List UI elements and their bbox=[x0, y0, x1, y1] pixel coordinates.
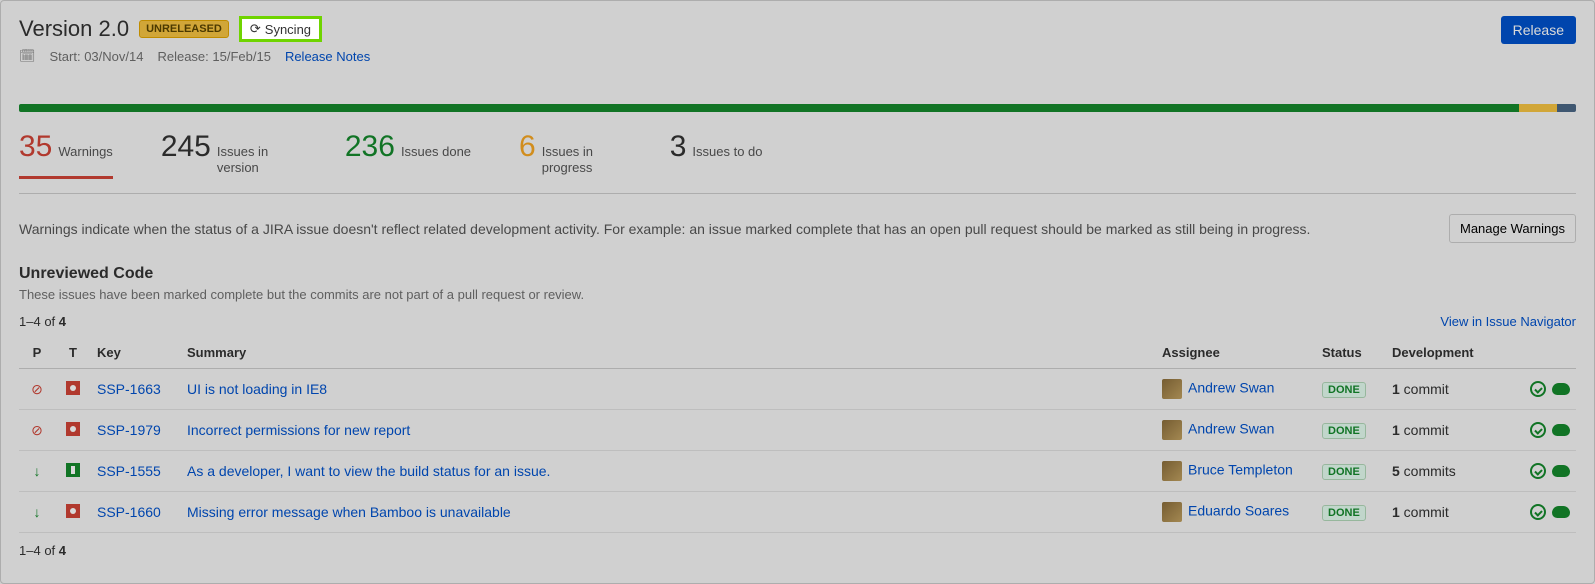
cloud-icon[interactable] bbox=[1552, 465, 1570, 477]
col-key[interactable]: Key bbox=[91, 337, 181, 369]
pager-top: 1–4 of 4 bbox=[19, 314, 66, 329]
issue-type-bug-icon bbox=[66, 504, 80, 518]
table-row: ⊘ SSP-1663 UI is not loading in IE8 Andrew … bbox=[19, 369, 1576, 410]
start-date: Start: 03/Nov/14 bbox=[50, 49, 144, 64]
col-type[interactable]: T bbox=[55, 337, 91, 369]
priority-blocker-icon: ⊘ bbox=[31, 381, 43, 397]
check-circle-icon[interactable] bbox=[1530, 381, 1546, 397]
calendar-icon: 🗓 bbox=[19, 48, 36, 64]
view-in-issue-navigator-link[interactable]: View in Issue Navigator bbox=[1440, 314, 1576, 329]
status-badge: DONE bbox=[1322, 505, 1366, 521]
table-row: ↓ SSP-1555 As a developer, I want to view … bbox=[19, 451, 1576, 492]
issue-key-link[interactable]: SSP-1663 bbox=[97, 381, 161, 397]
stat-in-progress-count: 6 bbox=[519, 130, 536, 164]
table-row: ↓ SSP-1660 Missing error message when Bamb… bbox=[19, 492, 1576, 533]
stat-done-label: Issues done bbox=[401, 144, 471, 160]
issue-summary-link[interactable]: Missing error message when Bamboo is una… bbox=[187, 504, 511, 520]
stat-warnings-count: 35 bbox=[19, 130, 52, 164]
unreleased-badge: UNRELEASED bbox=[139, 20, 229, 38]
assignee-link[interactable]: Eduardo Soares bbox=[1188, 503, 1289, 519]
stat-in-version-label: Issues in version bbox=[217, 144, 297, 175]
development-commits[interactable]: 5 commits bbox=[1386, 451, 1516, 492]
stat-done-count: 236 bbox=[345, 130, 395, 164]
status-badge: DONE bbox=[1322, 464, 1366, 480]
syncing-badge: ⟳ Syncing bbox=[239, 16, 322, 42]
stat-in-version-count: 245 bbox=[161, 130, 211, 164]
issue-key-link[interactable]: SSP-1660 bbox=[97, 504, 161, 520]
issue-type-bug-icon bbox=[66, 422, 80, 436]
progress-bar bbox=[19, 104, 1576, 112]
issue-key-link[interactable]: SSP-1555 bbox=[97, 463, 161, 479]
tab-issues-done[interactable]: 236 Issues done bbox=[345, 130, 471, 179]
avatar bbox=[1162, 502, 1182, 522]
development-commits[interactable]: 1 commit bbox=[1386, 369, 1516, 410]
progress-done-segment bbox=[19, 104, 1519, 112]
col-priority[interactable]: P bbox=[19, 337, 55, 369]
manage-warnings-button[interactable]: Manage Warnings bbox=[1449, 214, 1576, 243]
priority-blocker-icon: ⊘ bbox=[31, 422, 43, 438]
col-development[interactable]: Development bbox=[1386, 337, 1516, 369]
development-commits[interactable]: 1 commit bbox=[1386, 410, 1516, 451]
priority-low-icon: ↓ bbox=[34, 463, 41, 479]
release-button[interactable]: Release bbox=[1501, 16, 1576, 44]
stat-todo-label: Issues to do bbox=[692, 144, 762, 160]
development-commits[interactable]: 1 commit bbox=[1386, 492, 1516, 533]
stat-todo-count: 3 bbox=[670, 130, 687, 164]
section-title: Unreviewed Code bbox=[19, 265, 1576, 283]
sync-icon: ⟳ bbox=[250, 21, 261, 37]
cloud-icon[interactable] bbox=[1552, 424, 1570, 436]
warnings-description: Warnings indicate when the status of a J… bbox=[19, 221, 1310, 237]
issue-type-story-icon bbox=[66, 463, 80, 477]
stat-in-progress-label: Issues in progress bbox=[542, 144, 622, 175]
progress-in-progress-segment bbox=[1519, 104, 1557, 112]
table-row: ⊘ SSP-1979 Incorrect permissions for new r… bbox=[19, 410, 1576, 451]
issue-key-link[interactable]: SSP-1979 bbox=[97, 422, 161, 438]
cloud-icon[interactable] bbox=[1552, 506, 1570, 518]
col-status[interactable]: Status bbox=[1316, 337, 1386, 369]
cloud-icon[interactable] bbox=[1552, 383, 1570, 395]
progress-todo-segment bbox=[1557, 104, 1576, 112]
tab-issues-in-progress[interactable]: 6 Issues in progress bbox=[519, 130, 622, 179]
priority-low-icon: ↓ bbox=[34, 504, 41, 520]
release-date: Release: 15/Feb/15 bbox=[157, 49, 270, 64]
stat-warnings-label: Warnings bbox=[58, 144, 112, 160]
pager-bottom: 1–4 of 4 bbox=[19, 543, 1576, 558]
tab-issues-in-version[interactable]: 245 Issues in version bbox=[161, 130, 297, 179]
issue-type-bug-icon bbox=[66, 381, 80, 395]
tab-warnings[interactable]: 35 Warnings bbox=[19, 130, 113, 179]
assignee-link[interactable]: Bruce Templeton bbox=[1188, 462, 1293, 478]
status-badge: DONE bbox=[1322, 423, 1366, 439]
avatar bbox=[1162, 420, 1182, 440]
syncing-label: Syncing bbox=[265, 22, 311, 37]
status-badge: DONE bbox=[1322, 382, 1366, 398]
tab-issues-todo[interactable]: 3 Issues to do bbox=[670, 130, 763, 179]
col-assignee[interactable]: Assignee bbox=[1156, 337, 1316, 369]
check-circle-icon[interactable] bbox=[1530, 504, 1546, 520]
check-circle-icon[interactable] bbox=[1530, 463, 1546, 479]
release-notes-link[interactable]: Release Notes bbox=[285, 49, 370, 64]
version-title: Version 2.0 bbox=[19, 16, 129, 42]
section-subtitle: These issues have been marked complete b… bbox=[19, 287, 1576, 302]
avatar bbox=[1162, 379, 1182, 399]
issues-table: P T Key Summary Assignee Status Developm… bbox=[19, 337, 1576, 533]
assignee-link[interactable]: Andrew Swan bbox=[1188, 380, 1274, 396]
assignee-link[interactable]: Andrew Swan bbox=[1188, 421, 1274, 437]
col-summary[interactable]: Summary bbox=[181, 337, 1156, 369]
check-circle-icon[interactable] bbox=[1530, 422, 1546, 438]
issue-summary-link[interactable]: UI is not loading in IE8 bbox=[187, 381, 327, 397]
issue-summary-link[interactable]: As a developer, I want to view the build… bbox=[187, 463, 550, 479]
issue-summary-link[interactable]: Incorrect permissions for new report bbox=[187, 422, 410, 438]
avatar bbox=[1162, 461, 1182, 481]
